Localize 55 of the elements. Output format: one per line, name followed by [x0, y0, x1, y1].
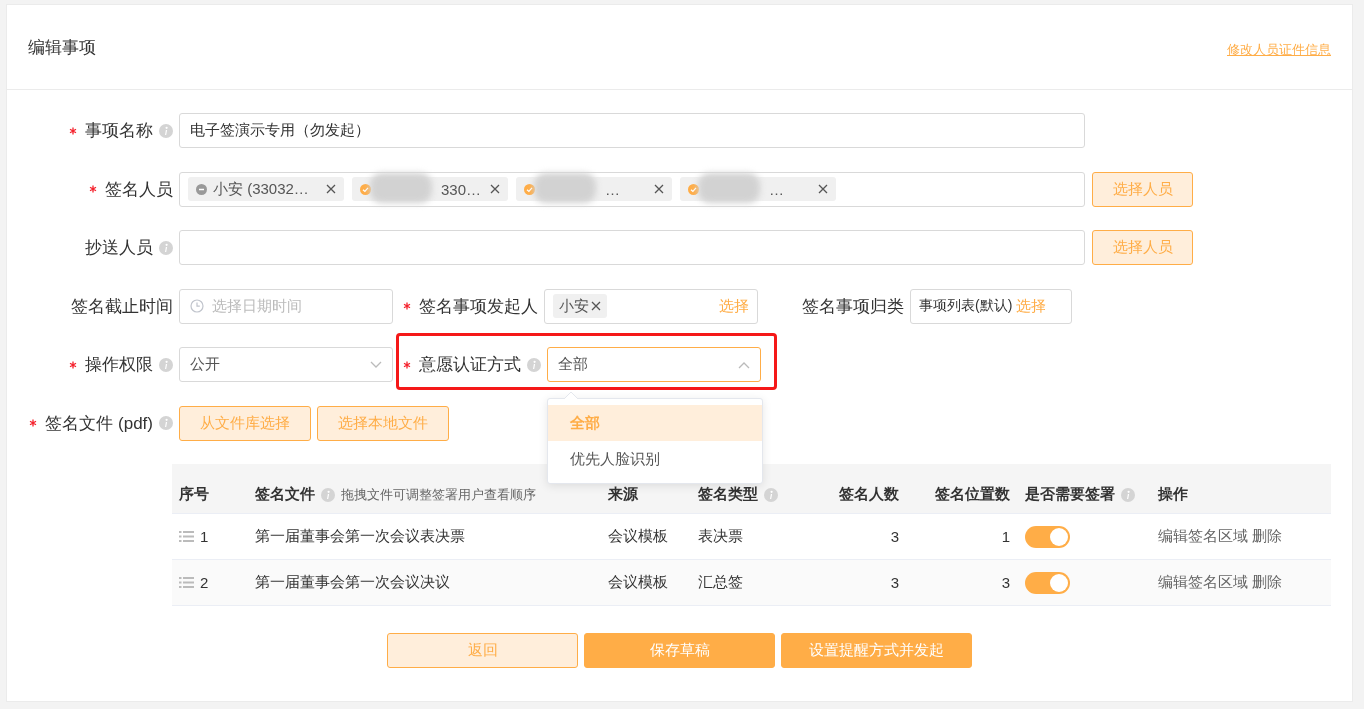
drag-hint: 拖拽文件可调整签署用户查看顺序: [341, 485, 536, 504]
file-name: 第一届董事会第一次会议表决票: [255, 527, 465, 546]
text-field[interactable]: 电子签演示专用（勿发起）: [179, 113, 1085, 148]
field-label: 事项名称: [85, 120, 153, 142]
row-action-link[interactable]: 删除: [1252, 573, 1282, 592]
row-action-link[interactable]: 删除: [1252, 527, 1282, 546]
row-number: 2: [200, 574, 209, 591]
field-label: 签名事项归类: [802, 295, 904, 318]
close-icon: [326, 184, 336, 194]
toggle-switch[interactable]: [1025, 525, 1070, 548]
field-label: 抄送人员: [85, 237, 153, 259]
table-cell: 会议模板: [608, 527, 668, 546]
close-icon: [654, 184, 664, 194]
table-cell: 3: [890, 574, 899, 591]
field-label: 签名人员: [105, 178, 173, 201]
table-cell: 汇总签: [698, 573, 743, 592]
field-label: 意愿认证方式: [419, 354, 521, 376]
column-header: 来源: [608, 485, 638, 504]
toggle-switch[interactable]: [1025, 571, 1070, 594]
person-tag[interactable]: 小安: [553, 294, 607, 318]
person-tag[interactable]: 小安 (33032…: [188, 177, 344, 201]
column-header: 签名文件: [255, 485, 315, 504]
category-value: 事项列表(默认): [919, 297, 1013, 315]
file-name: 第一届董事会第一次会议决议: [255, 573, 450, 592]
table-cell: 1: [1001, 528, 1010, 545]
drag-handle-icon: [179, 531, 194, 542]
field-label: 操作权限: [85, 354, 153, 376]
column-header: 序号: [179, 485, 209, 504]
chevron-down-icon: [370, 360, 382, 369]
column-header: 操作: [1158, 485, 1188, 504]
clock-icon: [190, 299, 204, 313]
column-header: 签名人数: [839, 485, 899, 504]
field-label: 签名事项发起人: [419, 295, 538, 318]
field-label: 签名文件 (pdf): [45, 412, 153, 435]
row-number: 1: [200, 528, 209, 545]
page-title: 编辑事项: [28, 36, 96, 59]
select-field[interactable]: 公开: [179, 347, 393, 382]
row-action-link[interactable]: 编辑签名区域: [1158, 573, 1248, 592]
close-icon: [490, 184, 500, 194]
table-cell: 表决票: [698, 527, 743, 546]
dropdown-option[interactable]: 优先人脸识别: [548, 441, 762, 477]
drag-handle-icon: [179, 577, 194, 588]
table-cell: 3: [890, 528, 899, 545]
table-cell: 3: [1001, 574, 1010, 591]
people-field[interactable]: 小安 (33032… 330… … …: [179, 171, 1085, 207]
close-icon: [818, 184, 828, 194]
column-header: 签名类型: [698, 485, 758, 504]
row-action-link[interactable]: 编辑签名区域: [1158, 527, 1248, 546]
column-header: 签名位置数: [935, 485, 1010, 504]
column-header: 是否需要签署: [1025, 485, 1115, 504]
people-field[interactable]: [179, 230, 1085, 265]
field-label: 签名截止时间: [71, 295, 173, 318]
chevron-up-icon: [738, 360, 750, 369]
close-icon: [591, 301, 601, 311]
table-cell: 会议模板: [608, 573, 668, 592]
